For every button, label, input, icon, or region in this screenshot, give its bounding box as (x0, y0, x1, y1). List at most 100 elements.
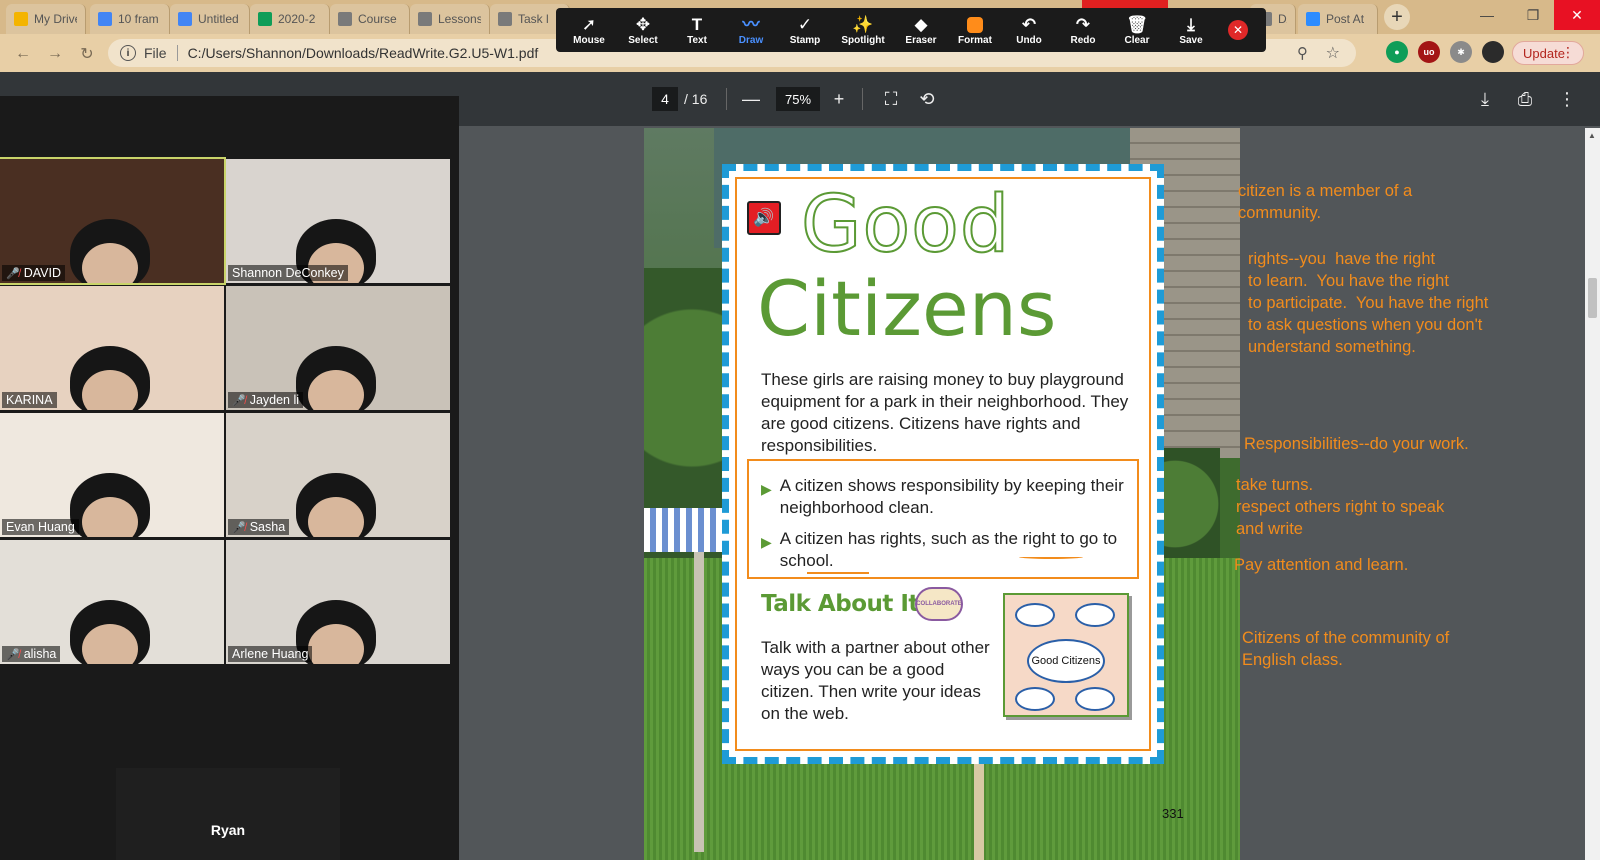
stop-share-bar[interactable] (1082, 0, 1168, 8)
participant-name: Sasha (249, 520, 286, 534)
participant-tile[interactable]: 🎤̸ Jayden li (226, 286, 450, 410)
vertical-scrollbar[interactable]: ▲ (1585, 128, 1600, 860)
participant-name: Arlene Huang (232, 647, 309, 661)
tool-clear[interactable]: 🗑 Clear (1110, 10, 1164, 50)
tool-label: Spotlight (841, 34, 885, 46)
tool-mouse[interactable]: ➚ Mouse (562, 10, 616, 50)
redo-icon: ↷ (1075, 14, 1091, 34)
zoom-level-input[interactable]: 75% (776, 87, 820, 111)
browser-tab[interactable]: My Drive (6, 4, 86, 34)
new-tab-button[interactable]: + (1384, 4, 1410, 30)
participant-tile[interactable]: Shannon DeConkey (226, 159, 450, 283)
site-info-icon[interactable]: i (120, 45, 136, 61)
forward-icon[interactable]: → (44, 43, 66, 65)
participant-name: Evan Huang (6, 520, 75, 534)
annotation-close-button[interactable]: ✕ (1228, 20, 1248, 40)
tool-label: Redo (1070, 34, 1096, 46)
zoom-in-icon[interactable]: + (826, 86, 852, 112)
sheets-icon (258, 12, 272, 26)
url-text: C:/Users/Shannon/Downloads/ReadWrite.G2.… (187, 45, 539, 61)
back-icon[interactable]: ← (12, 43, 34, 65)
tab-label: 2020-2 (278, 12, 316, 26)
kebab-menu-icon[interactable]: ⋮ (1561, 44, 1575, 61)
tool-label: Select (628, 34, 658, 46)
participant-tile[interactable]: 🎤̸ Sasha (226, 413, 450, 537)
browser-tab[interactable]: 10 fram (90, 4, 170, 34)
tool-eraser[interactable]: ◆ Eraser (894, 10, 948, 50)
scroll-up-icon[interactable]: ▲ (1588, 131, 1596, 140)
docs-icon (98, 12, 112, 26)
web-bubble (1075, 687, 1115, 711)
tab-label: Task l (518, 12, 549, 26)
tool-spotlight[interactable]: ✨ Spotlight (832, 10, 894, 50)
more-options-icon[interactable]: ⋮ (1554, 86, 1580, 112)
intro-paragraph: These girls are raising money to buy pla… (761, 370, 1129, 455)
tool-format[interactable]: Format (948, 10, 1002, 50)
fit-page-icon[interactable]: ⛶ (878, 86, 904, 112)
rotate-icon[interactable]: ⟲ (914, 86, 940, 112)
participant-tile[interactable]: 🎤̸ DAVID (0, 157, 226, 285)
minimize-button[interactable]: — (1464, 0, 1510, 30)
print-icon[interactable]: ⎙ (1512, 86, 1538, 112)
tool-label: Stamp (789, 34, 821, 46)
toolbar-divider (726, 88, 727, 110)
web-bubble (1015, 687, 1055, 711)
update-button[interactable]: Update ⋮ (1512, 41, 1584, 65)
extension-green-icon[interactable]: ● (1386, 41, 1408, 63)
docs-icon (178, 12, 192, 26)
participant-name-tag: 🎤̸ alisha (2, 646, 61, 662)
page-number-input[interactable]: 4 (652, 87, 678, 111)
tool-draw[interactable]: 〰 Draw (724, 10, 778, 50)
eraser-icon: ◆ (914, 14, 928, 34)
restore-button[interactable]: ❐ (1510, 0, 1556, 30)
scroll-thumb[interactable] (1588, 278, 1597, 318)
browser-tab[interactable]: Lessons (410, 4, 490, 34)
browser-tab[interactable]: 2020-2 (250, 4, 330, 34)
bullet-item: ▶ A citizen shows responsibility by keep… (761, 475, 1129, 519)
extensions-puzzle-icon[interactable]: ✱ (1450, 41, 1472, 63)
bookmark-star-icon[interactable]: ☆ (1326, 43, 1340, 63)
zoom-magnifier-icon[interactable]: ⚲ (1297, 44, 1308, 62)
annotation-toolbar: ➚ Mouse ✥ Select T Text 〰 Draw ✓ Stamp ✨ Spotlight ◆… (556, 8, 1266, 52)
tool-select[interactable]: ✥ Select (616, 10, 670, 50)
mouse-icon: ➚ (581, 14, 597, 34)
profile-avatar-icon[interactable] (1482, 41, 1504, 63)
audio-speaker-icon[interactable]: 🔊 (747, 201, 781, 235)
tool-undo[interactable]: ↶ Undo (1002, 10, 1056, 50)
format-swatch-icon (967, 16, 983, 33)
note-text: take turns. respect others right to spea… (1236, 476, 1445, 538)
note-text: citizen is a member of a community. (1238, 182, 1413, 222)
title-good: Good (800, 180, 1011, 270)
tool-label: Mouse (573, 34, 605, 46)
participant-tile[interactable]: Evan Huang (0, 413, 224, 537)
tab-label: Post At (1326, 12, 1365, 26)
browser-tab[interactable]: Post At (1298, 4, 1378, 34)
participant-tile[interactable]: KARINA (0, 286, 224, 410)
pdf-page: 🔊 Good Citizens These girls are raising … (644, 128, 1240, 860)
tool-redo[interactable]: ↷ Redo (1056, 10, 1110, 50)
talk-body-text: Talk with a partner about other ways you… (761, 638, 990, 723)
web-bubble (1075, 603, 1115, 627)
participant-tile-audio-only[interactable]: Ryan 🎤̸ (116, 768, 340, 860)
reload-icon[interactable]: ↻ (76, 43, 98, 65)
tool-label: Eraser (905, 34, 937, 46)
zoom-out-icon[interactable]: — (738, 86, 764, 112)
green-arrow-icon: ▶ (761, 534, 772, 550)
browser-tab[interactable]: Untitled (170, 4, 250, 34)
web-center: Good Citizens (1027, 639, 1105, 683)
muted-mic-icon: 🎤̸ (232, 521, 246, 534)
window-close-button[interactable]: ✕ (1554, 0, 1600, 30)
participant-name-tag: Arlene Huang (228, 646, 313, 662)
tool-stamp[interactable]: ✓ Stamp (778, 10, 832, 50)
tool-text[interactable]: T Text (670, 10, 724, 50)
participant-tile[interactable]: Arlene Huang (226, 540, 450, 664)
extension-ublock-icon[interactable]: uo (1418, 41, 1440, 63)
tool-label: Draw (738, 34, 764, 46)
muted-mic-icon: 🎤̸ (6, 648, 20, 661)
browser-tab[interactable]: Course (330, 4, 410, 34)
drawn-underline (807, 571, 869, 574)
tool-save[interactable]: ⤓ Save (1164, 10, 1218, 50)
download-icon[interactable]: ⤓ (1472, 86, 1498, 112)
web-bubble (1015, 603, 1055, 627)
participant-tile[interactable]: 🎤̸ alisha (0, 540, 224, 664)
